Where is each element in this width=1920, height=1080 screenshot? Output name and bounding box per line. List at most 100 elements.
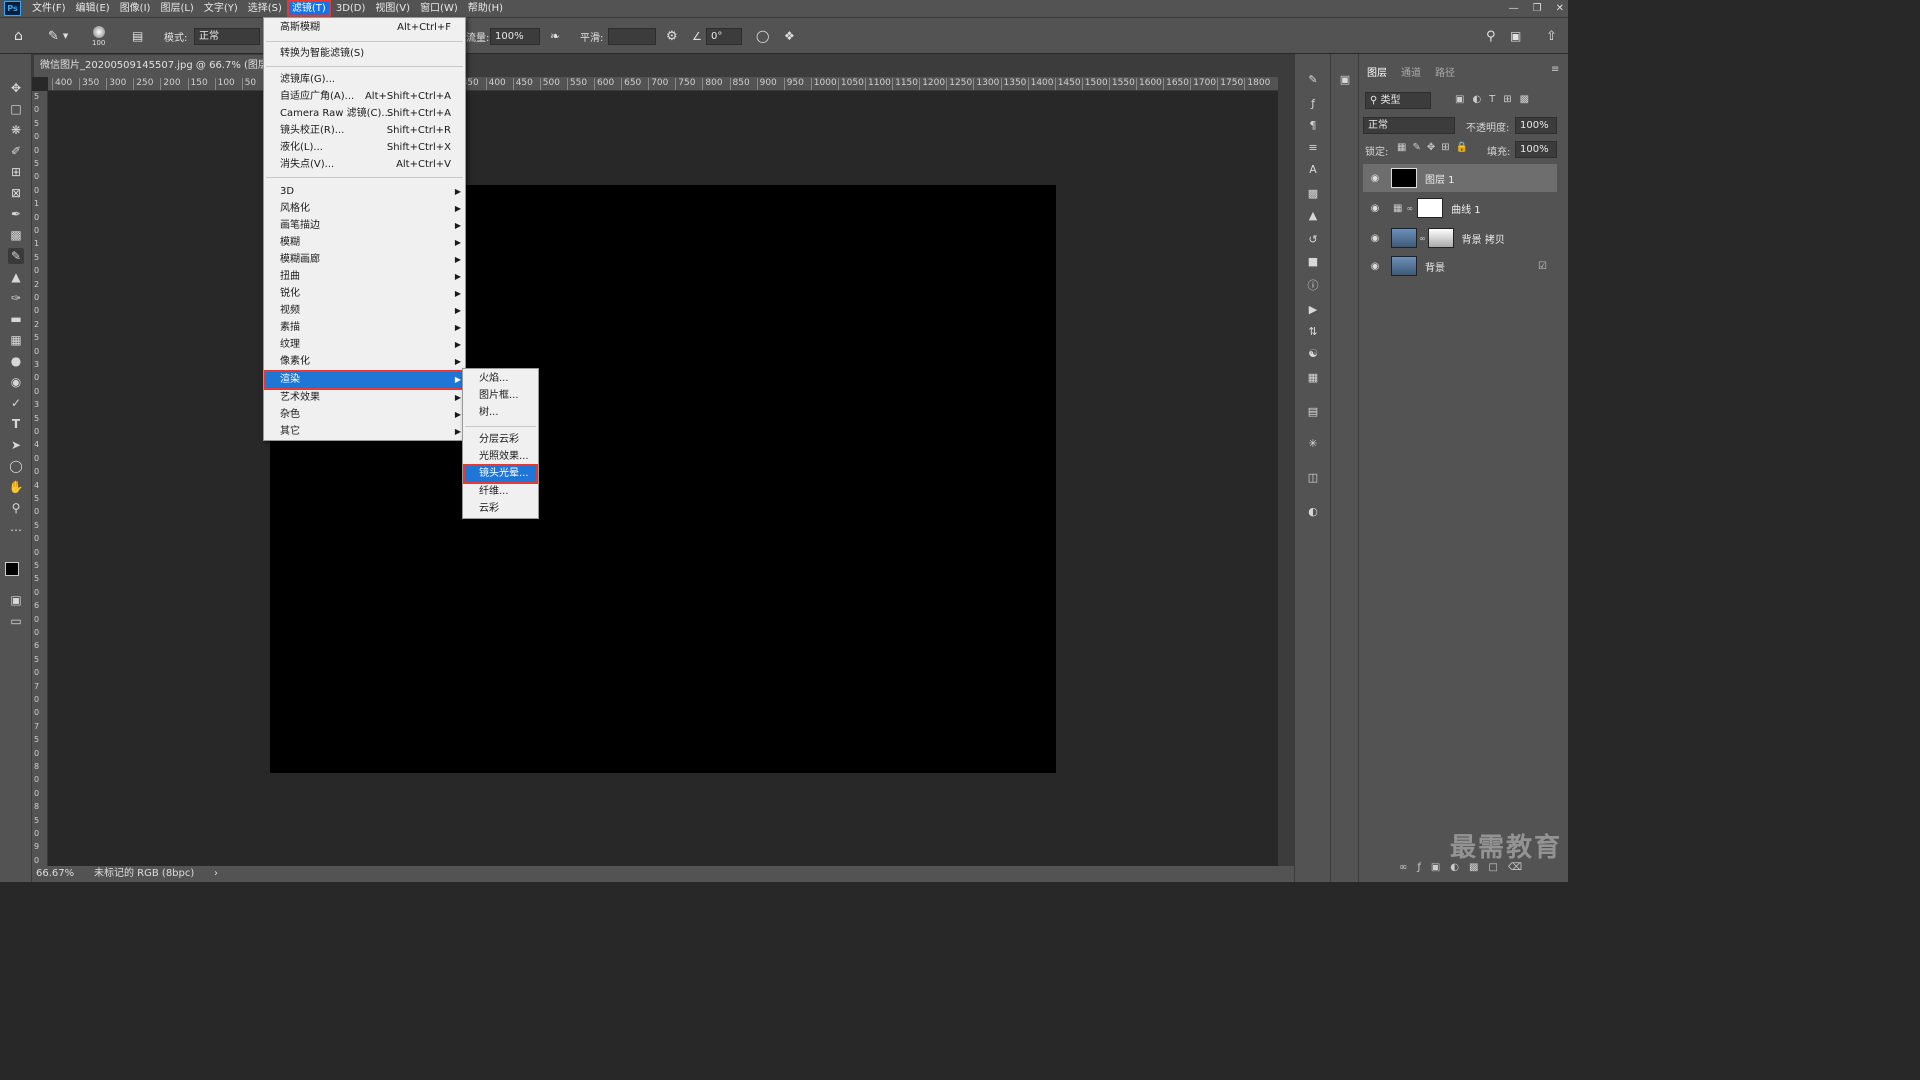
menu-item-noise[interactable]: 杂色 ▶ bbox=[264, 406, 465, 423]
character-panel-icon[interactable]: A bbox=[1304, 162, 1322, 178]
menu-item-pixelate[interactable]: 像素化 ▶ bbox=[264, 353, 465, 370]
crop-tool-icon[interactable]: ⊞ bbox=[8, 164, 24, 180]
layer-filter-icons[interactable]: ▣◐T⊞▩ bbox=[1455, 94, 1537, 105]
search-icon[interactable]: ⚲ bbox=[1486, 18, 1496, 54]
menu-file[interactable]: 文件(F) bbox=[27, 0, 71, 17]
history-brush-icon[interactable]: ✑ bbox=[8, 290, 24, 306]
navigator-icon[interactable]: ✳ bbox=[1304, 436, 1322, 452]
menu-edit[interactable]: 编辑(E) bbox=[71, 0, 115, 17]
brush-preset-picker[interactable]: 100 bbox=[92, 18, 105, 54]
quick-mask-icon[interactable]: ▣ bbox=[8, 592, 24, 608]
paragraph-panel-icon[interactable]: ¶ bbox=[1304, 118, 1322, 134]
tab-channels[interactable]: 通道 bbox=[1401, 64, 1421, 79]
menu-item-sketch[interactable]: 素描 ▶ bbox=[264, 319, 465, 336]
menu-item-sharpen[interactable]: 锐化 ▶ bbox=[264, 285, 465, 302]
menu-item-filter-gallery[interactable]: 滤镜库(G)... bbox=[264, 71, 465, 88]
menu-item-3d[interactable]: 3D ▶ bbox=[264, 183, 465, 200]
restore-icon[interactable]: ❐ bbox=[1533, 3, 1542, 14]
clone-source-panel-icon[interactable]: ▲ bbox=[1304, 208, 1322, 224]
close-icon[interactable]: ✕ bbox=[1556, 3, 1564, 14]
menu-item-flame[interactable]: 火焰... bbox=[463, 370, 538, 387]
menu-filter[interactable]: 滤镜(T) bbox=[286, 0, 331, 17]
eye-icon[interactable]: ◉ bbox=[1367, 261, 1383, 272]
brush-settings-icon[interactable]: ▤ bbox=[132, 18, 143, 54]
brush-tool-icon[interactable]: ✎ ▼ bbox=[48, 18, 68, 54]
menu-item-blur-gallery[interactable]: 模糊画廊 ▶ bbox=[264, 251, 465, 268]
layer-row[interactable]: ◉ 背景 ☑ bbox=[1363, 252, 1557, 280]
fill-input[interactable]: 100% bbox=[1515, 141, 1557, 158]
menu-item-lens-correction[interactable]: 镜头校正(R)... Shift+Ctrl+R bbox=[264, 122, 465, 139]
menu-item-difference-clouds[interactable]: 分层云彩 bbox=[463, 431, 538, 448]
menu-item-render[interactable]: 渲染 ▶ bbox=[264, 370, 465, 390]
zoom-level[interactable]: 66.67% bbox=[36, 866, 74, 882]
menu-item-distort[interactable]: 扭曲 ▶ bbox=[264, 268, 465, 285]
menu-window[interactable]: 窗口(W) bbox=[415, 0, 463, 17]
menu-3d[interactable]: 3D(D) bbox=[331, 0, 371, 17]
panel-menu-icon[interactable]: ≡ bbox=[1551, 64, 1559, 75]
glyphs-panel-icon[interactable]: ◫ bbox=[1304, 470, 1322, 486]
channels-icon[interactable]: ⇅ bbox=[1304, 324, 1322, 340]
move-tool-icon[interactable]: ✥ bbox=[8, 80, 24, 96]
menu-item-tree[interactable]: 树... bbox=[463, 404, 538, 421]
zoom-tool-icon[interactable]: ⚲ bbox=[8, 500, 24, 516]
smoothing-input[interactable] bbox=[608, 27, 656, 45]
clone-stamp-icon[interactable]: ▲ bbox=[8, 269, 24, 285]
play-icon[interactable]: ▶ bbox=[1304, 302, 1322, 318]
menu-item-adaptive-wide-angle[interactable]: 自适应广角(A)... Alt+Shift+Ctrl+A bbox=[264, 88, 465, 105]
path-select-icon[interactable]: ➤ bbox=[8, 437, 24, 453]
brush-tool-icon[interactable]: ✎ bbox=[8, 248, 24, 264]
share-icon[interactable]: ⇧ bbox=[1546, 18, 1557, 54]
layer-row[interactable]: ◉ 图层 1 bbox=[1363, 164, 1557, 192]
vertical-scrollbar[interactable] bbox=[1278, 77, 1294, 866]
3d-panel-icon[interactable]: ☯ bbox=[1304, 346, 1322, 362]
menu-item-last-filter[interactable]: 高斯模糊 Alt+Ctrl+F bbox=[264, 19, 465, 36]
flow-input[interactable]: 100% bbox=[490, 27, 540, 45]
blend-mode-select[interactable]: 正常 bbox=[1363, 117, 1455, 134]
menu-item-video[interactable]: 视频 ▶ bbox=[264, 302, 465, 319]
tab-layers[interactable]: 图层 bbox=[1367, 64, 1387, 79]
menu-item-other[interactable]: 其它 ▶ bbox=[264, 423, 465, 440]
history-panel-icon[interactable]: ↺ bbox=[1304, 232, 1322, 248]
info-panel-icon[interactable]: ⓘ bbox=[1304, 278, 1322, 294]
pressure-size-icon[interactable]: ◯ bbox=[756, 18, 769, 54]
ellipse-tool-icon[interactable]: ◯ bbox=[8, 458, 24, 474]
menu-item-liquify[interactable]: 液化(L)... Shift+Ctrl+X bbox=[264, 139, 465, 156]
color-panel-icon[interactable]: ▣ bbox=[1336, 72, 1354, 88]
symmetry-icon[interactable]: ❖ bbox=[784, 18, 795, 54]
menu-item-clouds[interactable]: 云彩 bbox=[463, 500, 538, 517]
hand-tool-icon[interactable]: ✋ bbox=[8, 479, 24, 495]
blur-tool-icon[interactable]: ● bbox=[8, 353, 24, 369]
tab-paths[interactable]: 路径 bbox=[1435, 64, 1455, 79]
adjustments-panel-icon[interactable]: ◐ bbox=[1304, 504, 1322, 520]
eye-icon[interactable]: ◉ bbox=[1367, 233, 1383, 244]
notes-panel-icon[interactable]: ▤ bbox=[1304, 404, 1322, 420]
opacity-input[interactable]: 100% bbox=[1515, 117, 1557, 134]
gradient-tool-icon[interactable]: ▦ bbox=[8, 332, 24, 348]
menu-item-camera-raw[interactable]: Camera Raw 滤镜(C)... Shift+Ctrl+A bbox=[264, 105, 465, 122]
type-tool-icon[interactable]: T bbox=[8, 416, 24, 432]
menu-layer[interactable]: 图层(L) bbox=[155, 0, 198, 17]
chevron-right-icon[interactable]: › bbox=[214, 866, 218, 882]
eye-icon[interactable]: ◉ bbox=[1367, 203, 1383, 214]
menu-item-stylize[interactable]: 风格化 ▶ bbox=[264, 200, 465, 217]
menu-item-smart-filter[interactable]: 转换为智能滤镜(S) bbox=[264, 45, 465, 62]
menu-select[interactable]: 选择(S) bbox=[243, 0, 287, 17]
more-tools-icon[interactable]: ⋯ bbox=[8, 522, 24, 538]
styles-panel-icon[interactable]: ƒ bbox=[1304, 96, 1322, 112]
menu-item-vanishing-point[interactable]: 消失点(V)... Alt+Ctrl+V bbox=[264, 156, 465, 173]
lock-icons[interactable]: ▦✎✥⊞🔒 bbox=[1397, 142, 1474, 153]
menu-item-blur[interactable]: 模糊 ▶ bbox=[264, 234, 465, 251]
timeline-panel-icon[interactable]: ▦ bbox=[1304, 370, 1322, 386]
home-icon[interactable]: ⌂ bbox=[14, 18, 23, 54]
menu-image[interactable]: 图像(I) bbox=[115, 0, 156, 17]
minimize-icon[interactable]: — bbox=[1509, 3, 1519, 14]
actions-panel-icon[interactable]: ■ bbox=[1304, 254, 1322, 270]
airbrush-icon[interactable]: ❧ bbox=[550, 18, 560, 54]
menu-item-picture-frame[interactable]: 图片框... bbox=[463, 387, 538, 404]
menu-item-brush-strokes[interactable]: 画笔描边 ▶ bbox=[264, 217, 465, 234]
frame-tool-icon[interactable]: ⊠ bbox=[8, 185, 24, 201]
brush-settings-panel-icon[interactable]: ✎ bbox=[1304, 72, 1322, 88]
document-tab[interactable]: 微信图片_20200509145507.jpg @ 66.7% (图层 bbox=[34, 55, 266, 77]
libraries-panel-icon[interactable]: ▩ bbox=[1304, 186, 1322, 202]
layer-row[interactable]: ◉ ∞ 背景 拷贝 bbox=[1363, 224, 1557, 252]
